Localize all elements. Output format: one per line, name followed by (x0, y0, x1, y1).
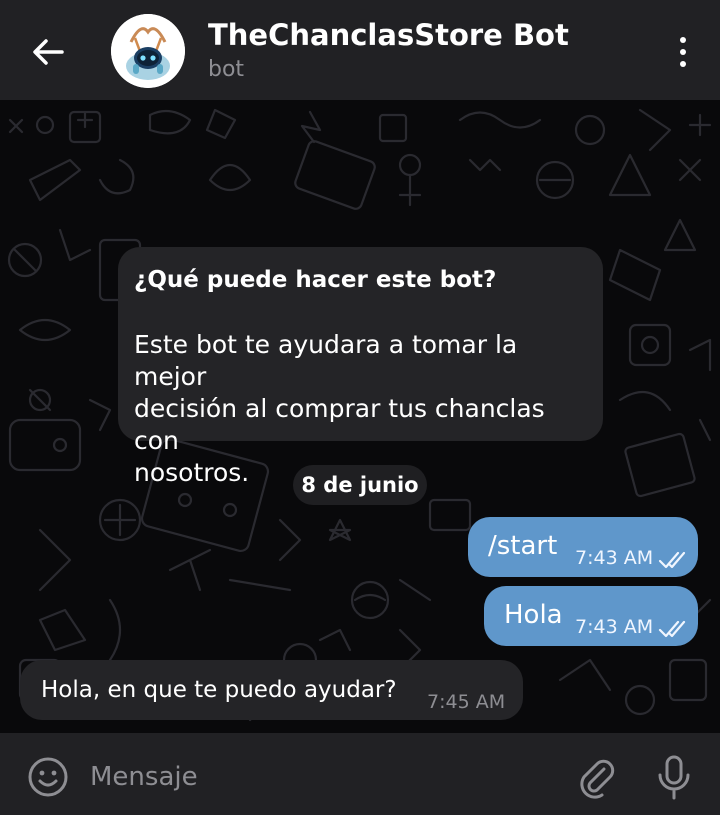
microphone-button[interactable] (652, 753, 696, 801)
chat-title[interactable]: TheChanclasStore Bot (208, 18, 569, 52)
double-check-icon (658, 620, 686, 638)
arrow-left-icon (33, 39, 64, 65)
message-time: 7:43 AM (575, 616, 654, 638)
date-divider: 8 de junio (293, 465, 427, 505)
outgoing-message[interactable]: /start 7:43 AM (468, 517, 698, 577)
outgoing-message[interactable]: Hola 7:43 AM (484, 586, 698, 646)
robot-avatar-icon (111, 14, 185, 88)
paperclip-icon (580, 759, 615, 799)
message-text: Hola, en que te puedo ayudar? (41, 677, 397, 703)
attach-button[interactable] (574, 755, 618, 799)
message-text: Hola (504, 600, 563, 630)
more-options-button[interactable] (666, 28, 700, 76)
back-button[interactable] (22, 26, 74, 78)
message-time: 7:45 AM (427, 691, 506, 713)
message-input-bar (0, 733, 720, 815)
bot-avatar[interactable] (111, 14, 185, 88)
double-check-icon (658, 551, 686, 569)
bot-info-card: ¿Qué puede hacer este bot? Este bot te a… (118, 247, 603, 487)
bot-info-title: ¿Qué puede hacer este bot? (134, 267, 497, 293)
message-text: /start (488, 531, 558, 561)
incoming-message[interactable]: Hola, en que te puedo ayudar? 7:45 AM (20, 660, 523, 720)
emoji-icon (28, 757, 68, 797)
message-time: 7:43 AM (575, 547, 654, 569)
microphone-icon (658, 755, 690, 800)
chat-header: TheChanclasStore Bot bot (0, 0, 720, 100)
telegram-chat-screen: TheChanclasStore Bot bot ¿Qué puede hace… (0, 0, 720, 815)
emoji-button[interactable] (26, 755, 70, 799)
message-input[interactable] (90, 753, 550, 801)
chat-subtitle: bot (208, 57, 245, 82)
more-vertical-icon (680, 37, 686, 43)
